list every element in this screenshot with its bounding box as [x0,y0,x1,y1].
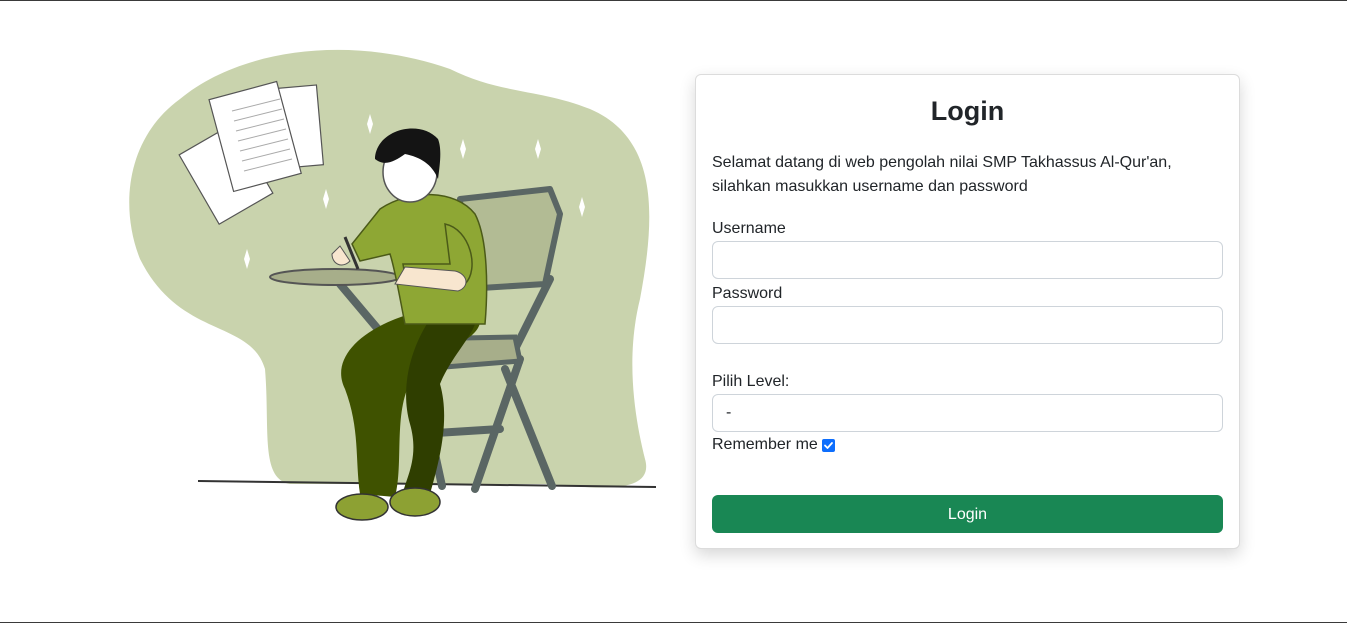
remember-me-row: Remember me [712,435,1223,455]
password-input[interactable] [712,306,1223,344]
login-button[interactable]: Login [712,495,1223,533]
illustration-graphic [129,49,657,521]
password-label: Password [712,285,783,302]
remember-me-checkbox[interactable] [821,438,835,452]
student-studying-illustration [120,39,665,529]
login-title: Login [930,96,1005,126]
username-label: Username [712,220,786,237]
level-selected-value: - [726,404,732,421]
level-select[interactable]: - [712,394,1223,432]
login-page: Login Selamat datang di web pengolah nil… [0,0,1347,623]
welcome-text: Selamat datang di web pengolah nilai SMP… [712,154,1172,195]
remember-me-label: Remember me [712,436,818,453]
level-label: Pilih Level: [712,373,790,390]
login-card: Login Selamat datang di web pengolah nil… [695,74,1240,549]
checkmark-icon [823,441,833,449]
username-input[interactable] [712,241,1223,279]
